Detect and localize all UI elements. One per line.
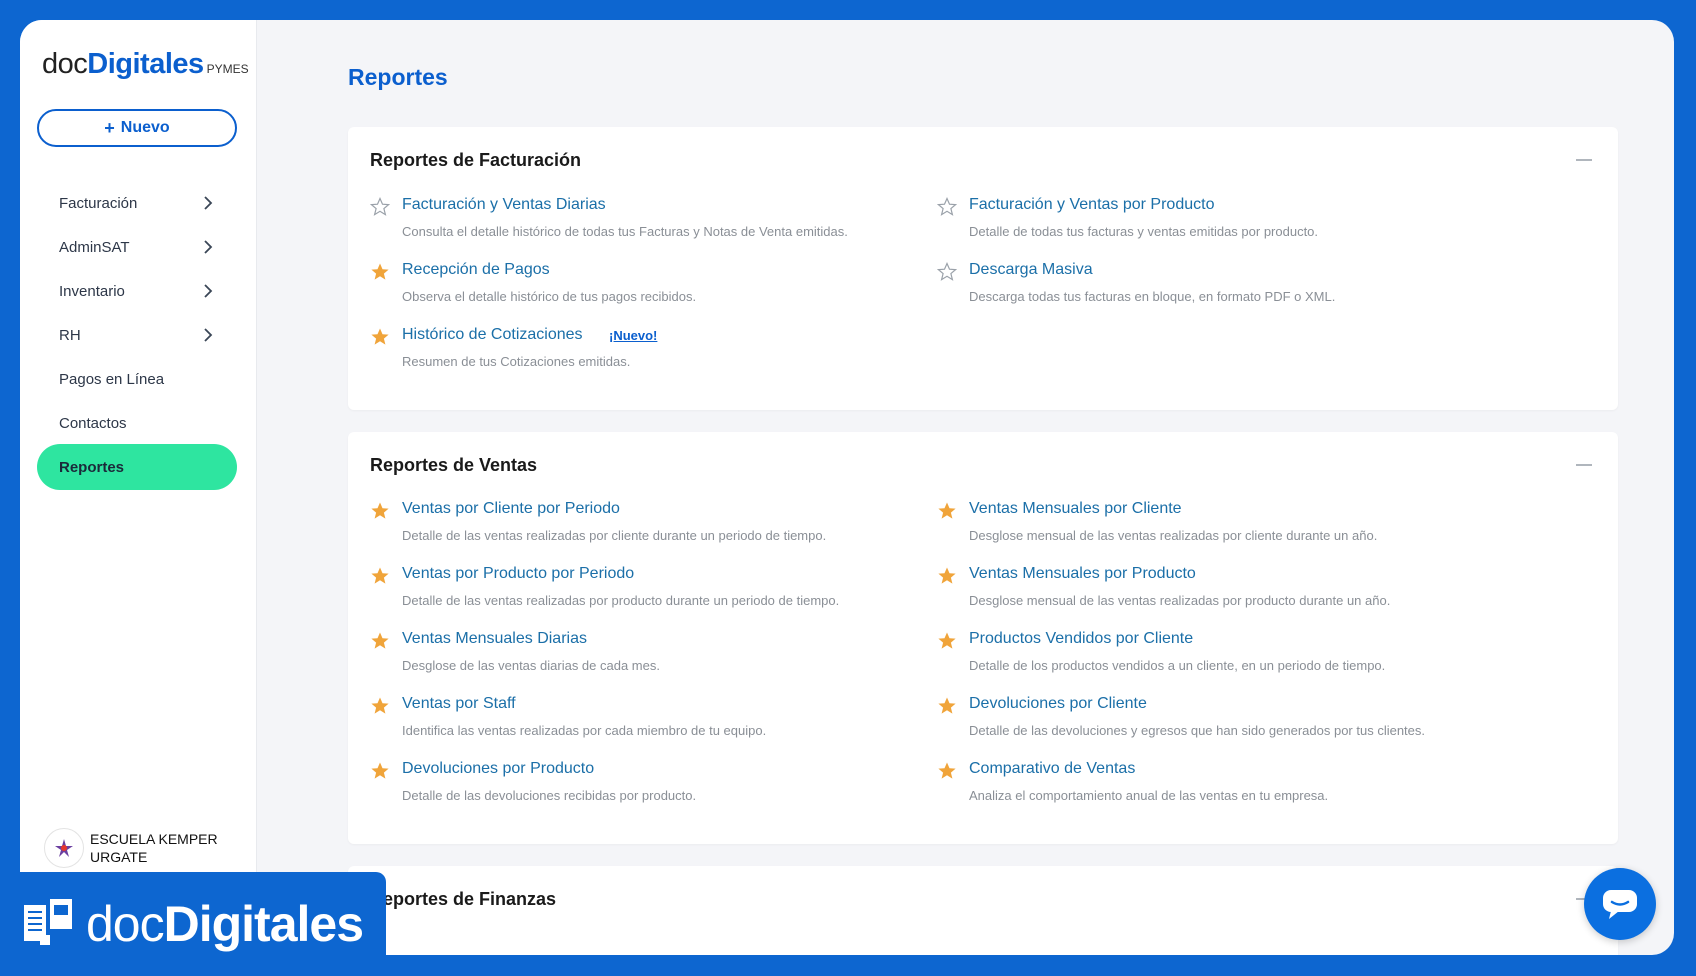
report-description: Identifica las ventas realizadas por cad… <box>402 723 767 738</box>
report-description: Desglose mensual de las ventas realizada… <box>969 528 1378 543</box>
sidebar-item-label: Inventario <box>59 282 125 300</box>
sidebar-item-label: Reportes <box>59 458 125 476</box>
sidebar-nav: Facturación AdminSAT Inventario RH Pagos en … <box>37 180 237 490</box>
star-filled-icon[interactable] <box>937 696 957 716</box>
section-title: Reportes de Facturación <box>370 150 582 170</box>
sidebar-item-rh[interactable]: RH <box>37 312 237 358</box>
report-link[interactable]: Ventas por Staff <box>402 695 516 713</box>
report-description: Resumen de tus Cotizaciones emitidas. <box>402 354 631 369</box>
star-filled-icon[interactable] <box>370 631 390 651</box>
sidebar-item-inventario[interactable]: Inventario <box>37 268 237 314</box>
star-filled-icon[interactable] <box>370 327 390 347</box>
star-filled-icon[interactable] <box>937 631 957 651</box>
sidebar-item-label: Pagos en Línea <box>59 370 165 388</box>
sidebar-item-pagos-en-línea[interactable]: Pagos en Línea <box>37 356 237 402</box>
star-filled-icon[interactable] <box>370 761 390 781</box>
brand-overlay: docDigitales <box>0 872 386 976</box>
organization-logo <box>44 828 84 868</box>
section-facturacion: Reportes de Facturación Facturación y Ve… <box>348 127 1618 410</box>
section-ventas: Reportes de Ventas Ventas por Cliente po… <box>348 432 1618 844</box>
document-icon <box>24 899 72 945</box>
report-description: Desglose mensual de las ventas realizada… <box>969 593 1391 608</box>
section-title: Reportes de Ventas <box>370 455 538 475</box>
star-filled-icon[interactable] <box>370 696 390 716</box>
chevron-right-icon <box>204 240 213 254</box>
report-description: Detalle de todas tus facturas y ventas e… <box>969 224 1319 239</box>
collapse-icon[interactable] <box>1576 464 1592 466</box>
sidebar-item-label: Contactos <box>59 414 127 432</box>
organization-name: ESCUELA KEMPER URGATE <box>90 831 218 865</box>
star-filled-icon[interactable] <box>370 501 390 521</box>
star-filled-icon[interactable] <box>937 566 957 586</box>
report-description: Observa el detalle histórico de tus pago… <box>402 289 697 304</box>
sidebar-item-label: RH <box>59 326 81 344</box>
report-description: Descarga todas tus facturas en bloque, e… <box>969 289 1336 304</box>
report-link[interactable]: Productos Vendidos por Cliente <box>969 630 1193 648</box>
report-link[interactable]: Ventas por Cliente por Periodo <box>402 500 620 518</box>
new-badge-link[interactable]: ¡Nuevo! <box>609 328 657 343</box>
report-link[interactable]: Devoluciones por Producto <box>402 760 594 778</box>
sidebar: docDigitales PYMES + Nuevo Facturación Adm… <box>20 20 257 955</box>
report-description: Detalle de las ventas realizadas por cli… <box>402 528 827 543</box>
app-window: docDigitales PYMES + Nuevo Facturación Adm… <box>20 20 1674 955</box>
organization-info[interactable]: ESCUELA KEMPER URGATE <box>44 828 218 868</box>
collapse-icon[interactable] <box>1576 159 1592 161</box>
chat-icon <box>1603 890 1637 919</box>
report-description: Detalle de los productos vendidos a un c… <box>969 658 1386 673</box>
chevron-right-icon <box>204 284 213 298</box>
report-link[interactable]: Recepción de Pagos <box>402 261 550 279</box>
report-description: Detalle de las devoluciones y egresos qu… <box>969 723 1426 738</box>
section-title: Reportes de Finanzas <box>370 889 557 909</box>
report-link[interactable]: Ventas Mensuales Diarias <box>402 630 587 648</box>
app-logo[interactable]: docDigitales PYMES <box>42 48 249 81</box>
report-link[interactable]: Ventas Mensuales por Producto <box>969 565 1196 583</box>
star-filled-icon[interactable] <box>370 262 390 282</box>
star-outline-icon[interactable] <box>936 197 958 217</box>
report-description: Consulta el detalle histórico de todas t… <box>402 224 848 239</box>
report-link[interactable]: Descarga Masiva <box>969 261 1093 279</box>
report-description: Desglose de las ventas diarias de cada m… <box>402 658 660 673</box>
star-outline-icon[interactable] <box>369 197 391 217</box>
sidebar-item-label: AdminSAT <box>59 238 130 256</box>
main-content: Reportes Reportes de Facturación Factura… <box>256 20 1674 955</box>
chat-button[interactable] <box>1584 868 1656 940</box>
new-button-label: Nuevo <box>120 119 170 136</box>
chevron-right-icon <box>204 328 213 342</box>
sidebar-item-facturación[interactable]: Facturación <box>37 180 237 226</box>
chevron-right-icon <box>204 196 213 210</box>
sidebar-item-adminsat[interactable]: AdminSAT <box>37 224 237 270</box>
report-link[interactable]: Comparativo de Ventas <box>969 760 1135 778</box>
report-link[interactable]: Facturación y Ventas Diarias <box>402 196 606 214</box>
report-description: Detalle de las ventas realizadas por pro… <box>402 593 840 608</box>
brand-wordmark: docDigitales <box>86 896 364 952</box>
star-filled-icon[interactable] <box>370 566 390 586</box>
plus-icon: + <box>104 117 115 138</box>
sidebar-item-contactos[interactable]: Contactos <box>37 400 237 446</box>
report-link[interactable]: Ventas por Producto por Periodo <box>402 565 634 583</box>
star-outline-icon[interactable] <box>936 262 958 282</box>
report-description: Analiza el comportamiento anual de las v… <box>969 788 1329 803</box>
report-link[interactable]: Facturación y Ventas por Producto <box>969 196 1214 214</box>
report-link[interactable]: Devoluciones por Cliente <box>969 695 1147 713</box>
report-link[interactable]: Ventas Mensuales por Cliente <box>969 500 1182 518</box>
star-filled-icon[interactable] <box>937 501 957 521</box>
report-link[interactable]: Histórico de Cotizaciones <box>402 326 583 344</box>
sidebar-item-label: Facturación <box>59 194 138 212</box>
section-finanzas: Reportes de Finanzas <box>348 866 1618 955</box>
star-filled-icon[interactable] <box>937 761 957 781</box>
page-title: Reportes <box>348 64 448 90</box>
report-description: Detalle de las devoluciones recibidas po… <box>402 788 697 803</box>
sidebar-item-reportes[interactable]: Reportes <box>37 444 237 490</box>
new-button[interactable]: + Nuevo <box>37 109 237 147</box>
